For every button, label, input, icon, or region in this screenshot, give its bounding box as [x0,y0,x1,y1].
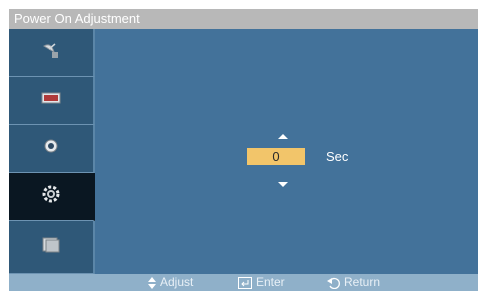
enter-hint: Enter [238,274,285,291]
seconds-value-field[interactable]: 0 [247,148,305,165]
return-hint: Return [327,274,380,291]
enter-key-icon [238,276,252,289]
satellite-dish-icon [40,40,62,65]
footer-hints: Adjust Enter Return [9,274,478,291]
adjust-panel: 0 Sec [95,29,478,274]
osd-window: Power On Adjustment 0 Sec Adjust Enter R… [9,9,478,291]
adjust-hint-label: Adjust [160,275,194,289]
return-arrow-icon [327,277,340,289]
adjust-hint: Adjust [148,274,193,291]
sidebar [9,29,95,274]
enter-hint-label: Enter [256,275,285,289]
sidebar-item-setup[interactable] [9,173,95,221]
multi-display-icon [40,235,62,260]
return-hint-label: Return [344,275,381,289]
sidebar-item-input[interactable] [9,29,95,77]
sidebar-item-sound[interactable] [9,125,95,173]
unit-label: Sec [326,149,349,164]
setup-gear-icon [40,183,62,210]
up-down-arrows-icon [148,276,156,289]
sound-icon [41,136,61,161]
window-title: Power On Adjustment [9,9,478,29]
increase-arrow-icon[interactable] [278,134,288,139]
decrease-arrow-icon[interactable] [278,182,288,187]
picture-icon [40,90,62,111]
sidebar-item-multi-control[interactable] [9,221,95,274]
sidebar-item-picture[interactable] [9,77,95,125]
